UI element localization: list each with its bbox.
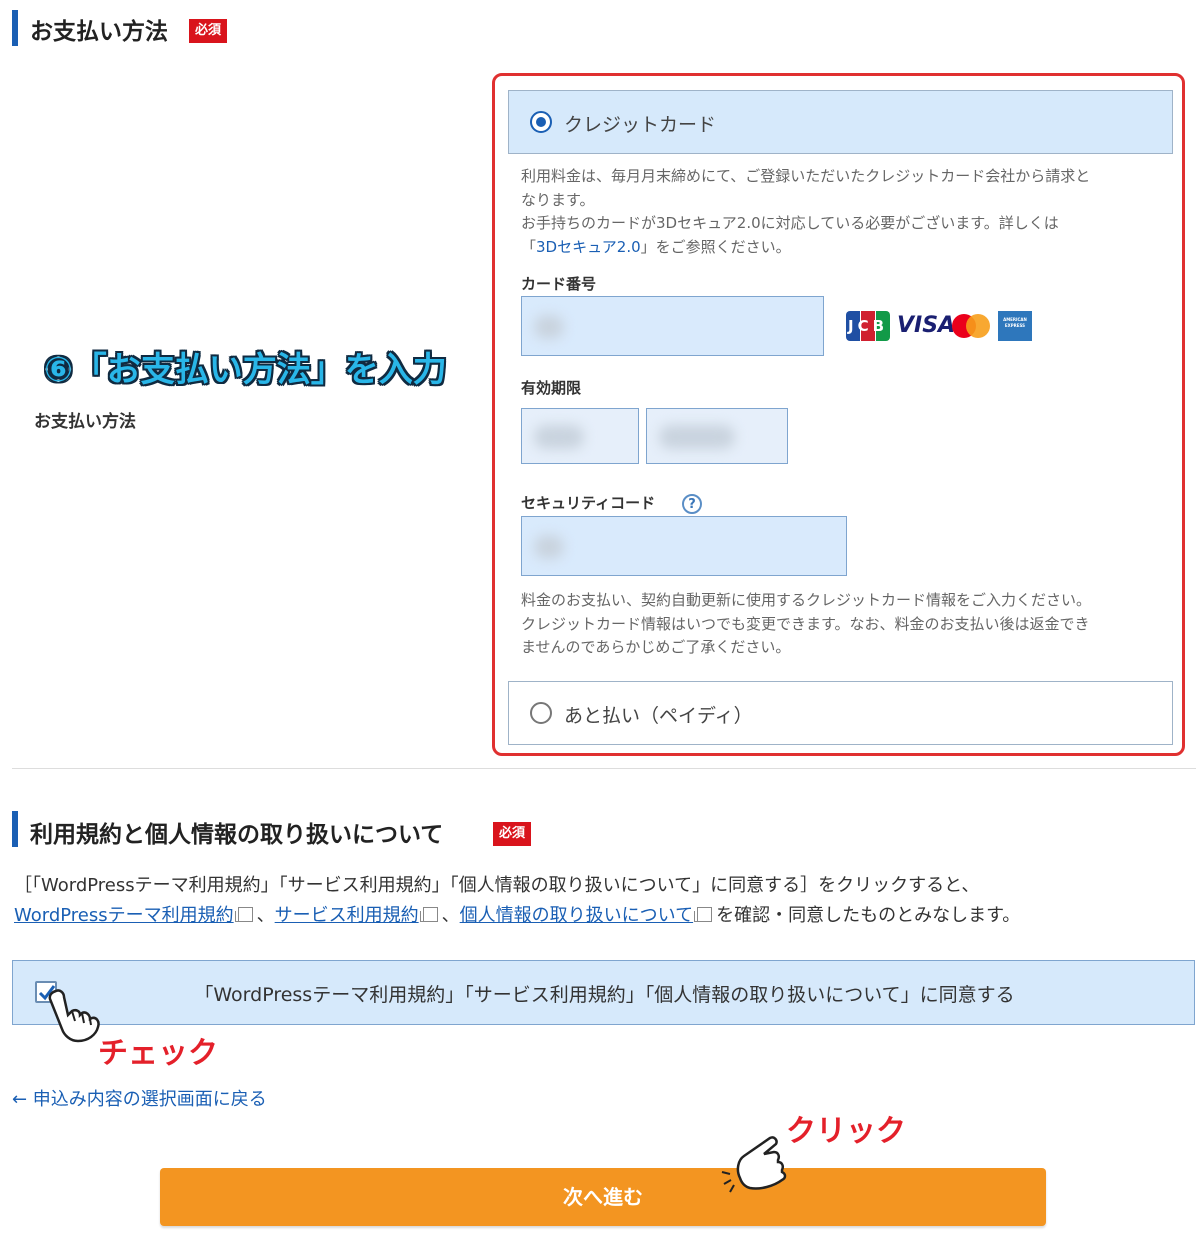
terms-line: を確認・同意したものとみなします。: [716, 905, 1021, 926]
agree-checkbox-box[interactable]: 「WordPressテーマ利用規約」「サービス利用規約」「個人情報の取り扱いにつ…: [12, 960, 1195, 1025]
external-link-icon: [694, 907, 713, 922]
option-credit-card-label: クレジットカード: [564, 114, 717, 136]
payment-side-label: お支払い方法: [34, 412, 136, 432]
visa-logo-icon: VISA: [897, 313, 956, 338]
radio-paidy[interactable]: [530, 702, 552, 724]
option-paidy[interactable]: あと払い（ペイディ）: [508, 681, 1173, 745]
section-accent-bar: [12, 10, 18, 46]
expiry-month-select[interactable]: [521, 408, 639, 464]
expiry-label: 有効期限: [521, 379, 582, 397]
wordpress-theme-terms-link[interactable]: WordPressテーマ利用規約: [14, 905, 234, 926]
note-text: 」をご参照ください。: [640, 237, 791, 256]
pointing-hand-icon: [721, 1136, 787, 1193]
note-line: お手持ちのカードが3Dセキュア2.0に対応している必要がございます。詳しくは: [521, 214, 1059, 232]
card-number-label: カード番号: [521, 275, 597, 293]
jcb-logo-icon: JCB: [846, 311, 890, 341]
help-icon[interactable]: ?: [682, 494, 702, 514]
card-info-note: 料金のお支払い、契約自動更新に使用するクレジットカード情報をご入力ください。 ク…: [521, 589, 1176, 660]
section-divider: [12, 768, 1196, 769]
terms-description: ［「WordPressテーマ利用規約」「サービス利用規約」「個人情報の取り扱いに…: [14, 871, 1194, 931]
agree-label: 「WordPressテーマ利用規約」「サービス利用規約」「個人情報の取り扱いにつ…: [194, 984, 1015, 1006]
terms-section-title: 利用規約と個人情報の取り扱いについて: [30, 822, 444, 848]
separator: 、: [256, 905, 275, 926]
3d-secure-link[interactable]: 3Dセキュア2.0: [536, 238, 641, 256]
card-brand-logos: JCB VISA AMERICAN EXPRESS: [846, 311, 1036, 343]
step-annotation: ⑥「お支払い方法」を入力: [44, 350, 447, 390]
external-link-icon: [234, 907, 253, 922]
required-badge: 必須: [493, 822, 532, 846]
service-terms-link[interactable]: サービス利用規約: [275, 905, 419, 926]
terms-line: ［「WordPressテーマ利用規約」「サービス利用規約」「個人情報の取り扱いに…: [14, 875, 980, 896]
required-badge: 必須: [189, 19, 228, 43]
option-credit-card[interactable]: クレジットカード: [508, 90, 1173, 154]
click-annotation: クリック: [786, 1114, 906, 1149]
mastercard-logo-icon: [952, 311, 992, 341]
separator: 、: [441, 905, 460, 926]
external-link-icon: [419, 907, 438, 922]
check-annotation: チェック: [98, 1036, 218, 1071]
card-number-input[interactable]: [521, 296, 824, 356]
payment-section-title: お支払い方法: [30, 19, 168, 45]
note-line: クレジットカード情報はいつでも変更できます。なお、料金のお支払い後は返金でき: [521, 614, 1090, 633]
next-button[interactable]: 次へ進む: [160, 1168, 1046, 1226]
section-accent-bar: [12, 811, 18, 847]
note-text: 「: [521, 237, 537, 256]
amex-logo-icon: AMERICAN EXPRESS: [998, 311, 1032, 341]
note-line: なります。: [521, 190, 595, 209]
credit-card-note: 利用料金は、毎月月末締めにて、ご登録いただいたクレジットカード会社から請求と な…: [521, 165, 1176, 259]
privacy-policy-link[interactable]: 個人情報の取り扱いについて: [460, 905, 693, 926]
option-paidy-label: あと払い（ペイディ）: [564, 705, 753, 727]
note-line: ませんのであらかじめご了承ください。: [521, 638, 791, 656]
security-code-input[interactable]: [521, 516, 847, 576]
expiry-year-select[interactable]: [646, 408, 788, 464]
security-code-label: セキュリティコード: [521, 494, 656, 512]
radio-credit-card[interactable]: [530, 111, 552, 133]
note-line: 利用料金は、毎月月末締めにて、ご登録いただいたクレジットカード会社から請求と: [521, 167, 1091, 185]
pointing-hand-icon: [48, 989, 100, 1043]
back-link[interactable]: ← 申込み内容の選択画面に戻る: [12, 1085, 267, 1111]
note-line: 料金のお支払い、契約自動更新に使用するクレジットカード情報をご入力ください。: [521, 591, 1092, 609]
